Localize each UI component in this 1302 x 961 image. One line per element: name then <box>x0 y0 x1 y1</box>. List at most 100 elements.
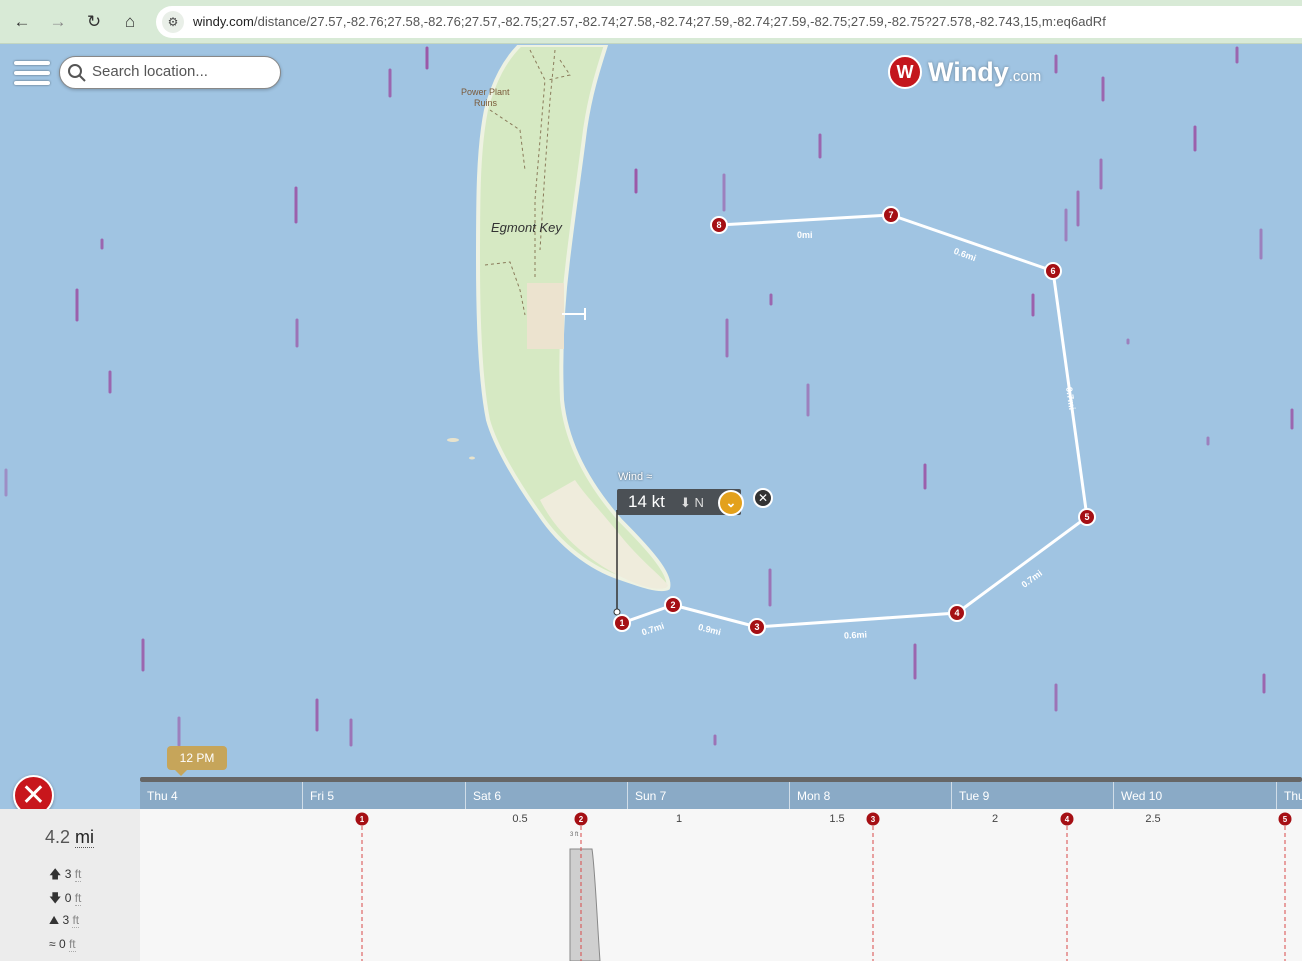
time-indicator[interactable]: 12 PM <box>167 746 227 776</box>
max-elevation: 🡅 3 ft <box>49 867 82 882</box>
distance-tick: 1 <box>675 813 683 825</box>
profile-waypoint-3: 3 <box>866 812 880 826</box>
arrow-down-icon: 🡇 <box>49 891 62 905</box>
timeline-day[interactable]: Thu 4 <box>140 782 178 809</box>
timeline-day[interactable]: Wed 10 <box>1113 782 1162 809</box>
back-icon[interactable]: ← <box>9 9 35 35</box>
timeline-bar[interactable]: Thu 4 Fri 5 Sat 6 Sun 7 Mon 8 Tue 9 Wed … <box>140 775 1302 810</box>
waypoint-8: 8 <box>710 216 728 234</box>
svg-text:3: 3 <box>871 815 876 824</box>
ascent: ⛰ 3 ft <box>49 913 80 928</box>
site-info-icon[interactable]: ⚙ <box>162 11 184 33</box>
url-text[interactable]: windy.com/distance/27.57,-82.76;27.58,-8… <box>193 14 1106 29</box>
sandbar <box>447 438 459 442</box>
waypoint-3: 3 <box>748 618 766 636</box>
route-profile-panel: 4.2 mi 🡅 3 ft 🡇 0 ft ⛰ 3 ft ≈ 0 ft 1 2 3… <box>0 809 1302 961</box>
logo-brand: Windy <box>928 56 1009 87</box>
timeline-day[interactable]: Tue 9 <box>951 782 989 809</box>
route-line[interactable] <box>621 213 1089 629</box>
chevron-down-icon[interactable]: ⌄ <box>718 490 744 516</box>
svg-text:1: 1 <box>360 815 365 824</box>
mountain-icon: ⛰ <box>49 913 60 927</box>
search-box[interactable] <box>59 56 281 89</box>
profile-waypoint-1: 1 <box>355 812 369 826</box>
elevation-chart: 1 2 3 4 5 3 ft <box>355 812 1292 961</box>
forward-icon[interactable]: → <box>45 9 71 35</box>
map-canvas[interactable]: 0.7mi 0.9mi 0.6mi 0.7mi 0.7mi 0.6mi 0mi … <box>0 45 1302 780</box>
timeline-day[interactable]: Mon 8 <box>789 782 830 809</box>
segment-label-3-4: 0.6mi <box>844 629 868 640</box>
segment-label-6-7: 0.6mi <box>952 246 977 263</box>
waypoint-4: 4 <box>948 604 966 622</box>
profile-waypoint-4: 4 <box>1060 812 1074 826</box>
label-ruins: Ruins <box>474 98 498 108</box>
search-icon <box>68 64 86 82</box>
label-egmont-key: Egmont Key <box>491 220 563 235</box>
svg-text:8: 8 <box>716 220 721 230</box>
min-elevation: 🡇 0 ft <box>49 891 82 906</box>
waypoint-5: 5 <box>1078 508 1096 526</box>
windy-logo[interactable]: W Windy .com <box>888 55 1041 89</box>
svg-text:7: 7 <box>888 210 893 220</box>
segment-labels: 0.7mi 0.9mi 0.6mi 0.7mi 0.7mi 0.6mi 0mi <box>640 230 1077 641</box>
distance-unit[interactable]: mi <box>75 827 95 848</box>
home-icon[interactable]: ⌂ <box>117 9 143 35</box>
timeline-day[interactable]: Sat 6 <box>465 782 501 809</box>
descent: ≈ 0 ft <box>49 937 76 952</box>
distance-tick: 0.5 <box>512 813 528 825</box>
distance-tick: 2 <box>991 813 999 825</box>
svg-text:5: 5 <box>1283 815 1288 824</box>
arrow-up-icon: 🡅 <box>49 867 62 881</box>
timeline-days[interactable]: Thu 4 Fri 5 Sat 6 Sun 7 Mon 8 Tue 9 Wed … <box>140 782 1302 809</box>
route-stats: 4.2 mi 🡅 3 ft 🡇 0 ft ⛰ 3 ft ≈ 0 ft <box>0 809 140 961</box>
label-power-plant: Power Plant <box>461 87 510 97</box>
wind-direction-arrow-icon: ⬇ <box>680 495 691 510</box>
map-layer: 0.7mi 0.9mi 0.6mi 0.7mi 0.7mi 0.6mi 0mi … <box>4 45 1294 780</box>
svg-text:2: 2 <box>670 600 675 610</box>
logo-tld: .com <box>1008 68 1042 85</box>
search-input[interactable] <box>92 63 272 80</box>
svg-text:4: 4 <box>954 608 959 618</box>
profile-waypoint-2: 2 <box>574 812 588 826</box>
peak-label: 3 ft <box>570 832 579 838</box>
pier <box>562 308 586 320</box>
svg-text:3: 3 <box>754 622 759 632</box>
svg-text:2: 2 <box>579 815 584 824</box>
segment-label-1-2: 0.7mi <box>640 621 665 638</box>
waypoint-7: 7 <box>882 206 900 224</box>
wind-label: Wind ≈ <box>618 471 653 483</box>
wave-icon: ≈ <box>49 937 56 951</box>
fort-area <box>527 283 564 349</box>
total-distance: 4.2 mi <box>45 827 95 848</box>
windy-logo-icon: W <box>888 55 922 89</box>
svg-text:6: 6 <box>1050 266 1055 276</box>
wind-speed: 14 kt <box>628 492 665 511</box>
timeline-day[interactable]: Fri 5 <box>302 782 334 809</box>
distance-tick: 1.5 <box>829 813 845 825</box>
address-bar[interactable]: ⚙ windy.com/distance/27.57,-82.76;27.58,… <box>156 6 1302 38</box>
timeline-day[interactable]: Thu <box>1276 782 1302 809</box>
sandbar <box>469 456 475 460</box>
distance-tick: 2.5 <box>1145 813 1161 825</box>
waypoints[interactable]: 1 2 3 4 5 6 7 8 <box>613 206 1096 636</box>
elevation-profile[interactable]: 1 2 3 4 5 3 ft 0.5 1 1.5 2 2.5 <box>140 809 1302 961</box>
svg-text:1: 1 <box>619 618 624 628</box>
waypoint-1: 1 <box>613 614 631 632</box>
waypoint-guides <box>361 819 1286 961</box>
waypoint-2: 2 <box>664 596 682 614</box>
segment-label-4-5: 0.7mi <box>1020 568 1044 590</box>
wind-particles <box>4 46 1294 747</box>
close-icon[interactable]: ✕ <box>753 488 773 508</box>
wind-pointer-dot <box>613 608 621 616</box>
elevation-area <box>569 848 601 961</box>
reload-icon[interactable]: ↻ <box>81 9 107 35</box>
svg-text:4: 4 <box>1065 815 1070 824</box>
segment-label-2-3: 0.9mi <box>697 622 722 637</box>
segment-label-7-8: 0mi <box>797 230 813 240</box>
svg-text:5: 5 <box>1084 512 1089 522</box>
segment-label-5-6: 0.7mi <box>1064 386 1077 410</box>
browser-toolbar: ← → ↻ ⌂ ⚙ windy.com/distance/27.57,-82.7… <box>0 0 1302 44</box>
wind-small-icon: ≈ <box>646 471 653 483</box>
hamburger-menu-icon[interactable] <box>12 58 52 90</box>
timeline-day[interactable]: Sun 7 <box>627 782 666 809</box>
